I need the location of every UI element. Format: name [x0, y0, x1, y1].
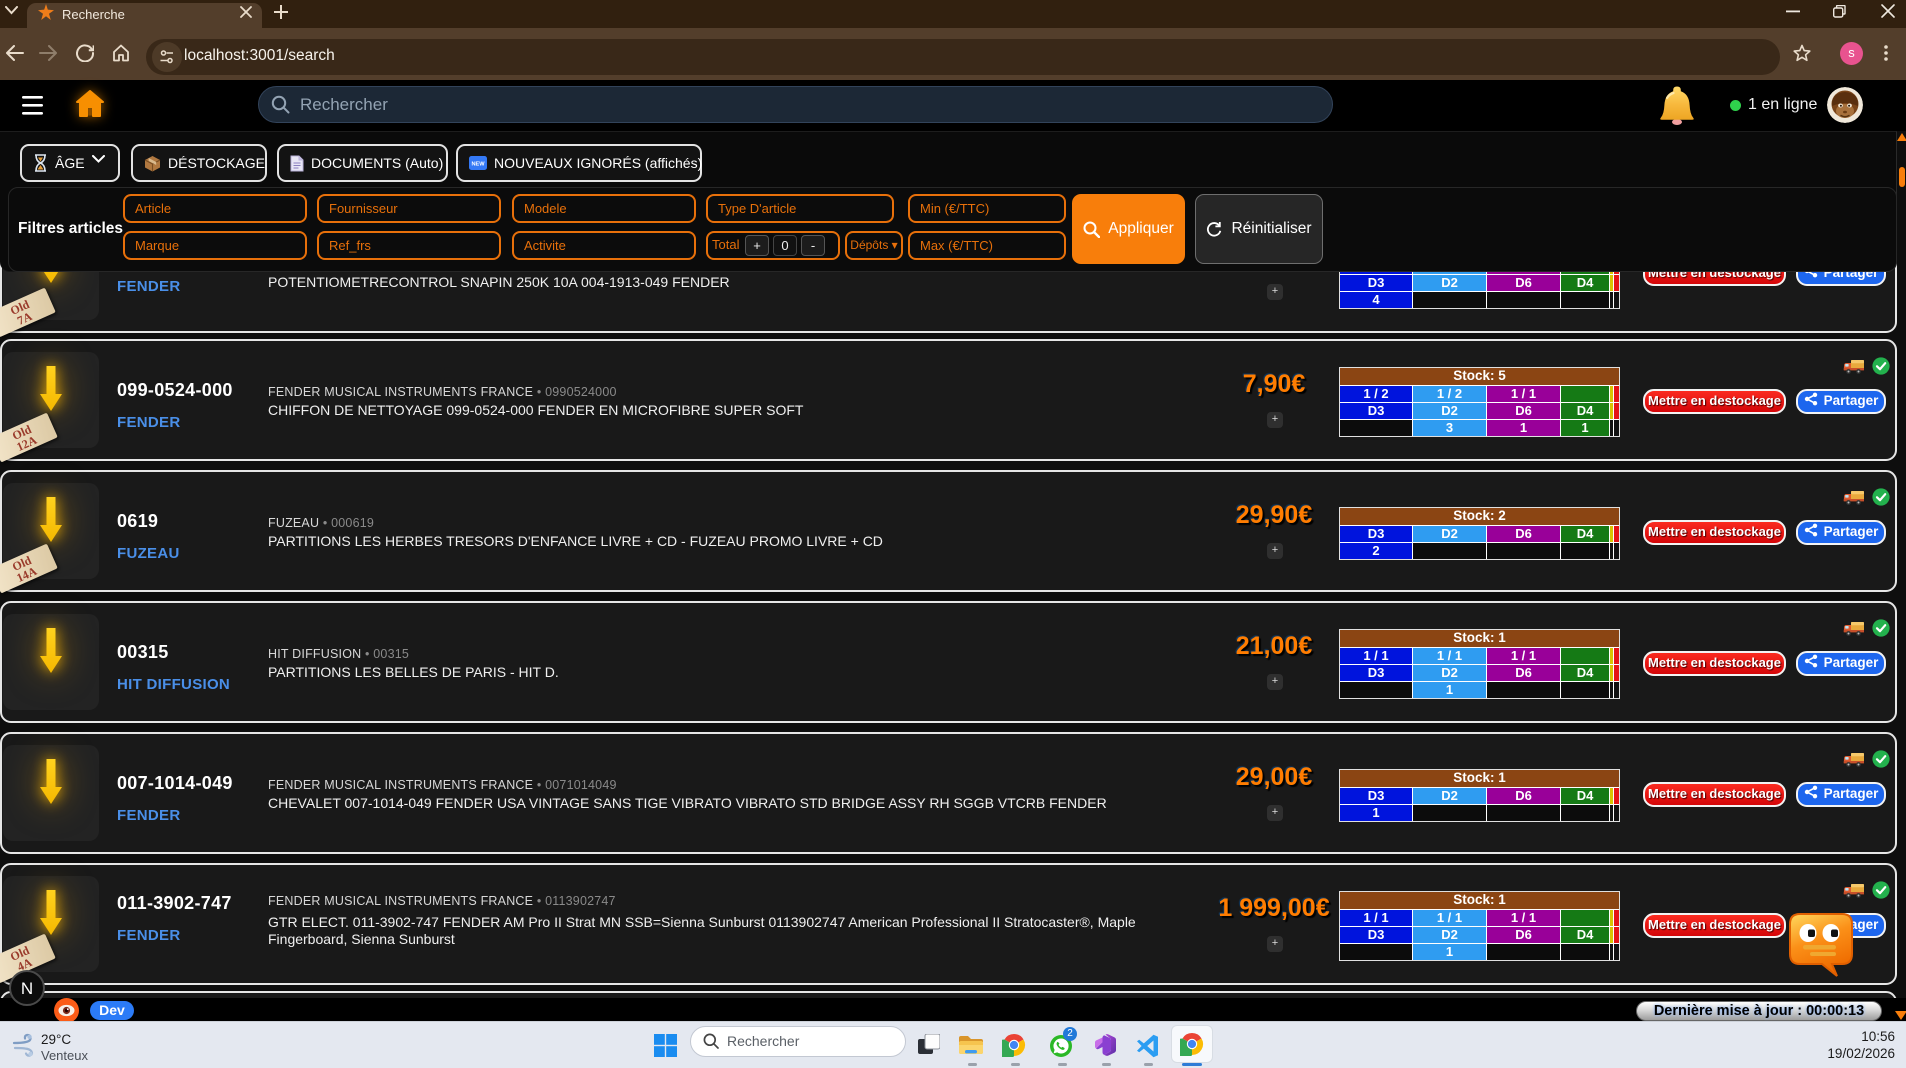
svg-text:NEW: NEW: [471, 162, 485, 168]
